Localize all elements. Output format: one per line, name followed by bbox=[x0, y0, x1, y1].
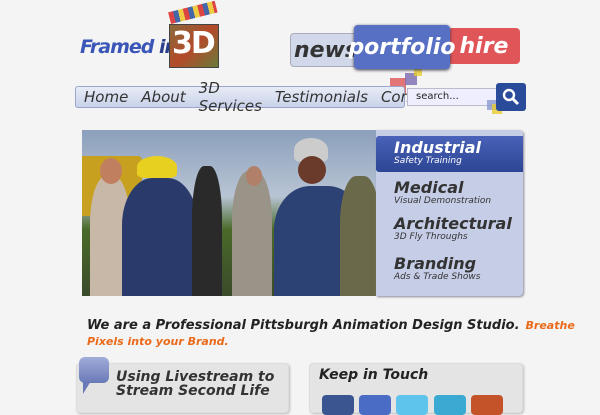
worker-figure bbox=[232, 171, 272, 296]
service-title: Branding bbox=[394, 254, 477, 273]
logo-framed: Framed bbox=[80, 36, 154, 58]
worker-figure bbox=[192, 166, 222, 296]
nav-3d-services[interactable]: 3D Services bbox=[199, 79, 262, 115]
service-branding[interactable]: Branding Ads & Trade Shows bbox=[394, 255, 480, 282]
tab-portfolio[interactable]: portfolio bbox=[348, 25, 456, 69]
blog-post-title[interactable]: Using Livestream to Stream Second Life bbox=[116, 370, 286, 398]
keep-in-touch-title: Keep in Touch bbox=[319, 367, 429, 383]
main-nav: Home About 3D Services Testimonials Cont… bbox=[75, 79, 439, 115]
hero-image[interactable] bbox=[82, 130, 377, 296]
speech-bubble-icon bbox=[79, 357, 109, 394]
facebook-icon[interactable] bbox=[322, 395, 354, 415]
tab-hire[interactable]: hire bbox=[448, 28, 520, 64]
service-medical[interactable]: Medical Visual Demonstration bbox=[394, 179, 491, 206]
tagline: We are a Professional Pittsburgh Animati… bbox=[87, 318, 600, 350]
logo-3d: 3D bbox=[172, 26, 216, 61]
service-subtitle: Ads & Trade Shows bbox=[394, 272, 481, 282]
twitter-icon[interactable] bbox=[396, 395, 428, 415]
worker-figure bbox=[122, 178, 198, 296]
service-subtitle: Safety Training bbox=[394, 156, 462, 166]
nav-home[interactable]: Home bbox=[84, 88, 128, 106]
service-title: Industrial bbox=[394, 138, 482, 157]
logo[interactable]: Framed in bbox=[80, 36, 178, 58]
decor-square bbox=[414, 68, 422, 76]
worker-head bbox=[246, 166, 262, 186]
worker-figure bbox=[340, 176, 377, 296]
worker-head bbox=[298, 156, 326, 184]
service-industrial[interactable]: Industrial Safety Training bbox=[376, 136, 523, 172]
rss-icon[interactable] bbox=[471, 395, 503, 415]
tagline-main: We are a Professional Pittsburgh Animati… bbox=[87, 318, 520, 333]
worker-head bbox=[100, 158, 122, 184]
search-icon bbox=[502, 88, 520, 106]
service-architectural[interactable]: Architectural 3D Fly Throughs bbox=[394, 215, 512, 242]
search-input[interactable]: search... bbox=[407, 88, 497, 106]
services-menu: Industrial Safety Training Medical Visual … bbox=[376, 130, 523, 296]
service-subtitle: Visual Demonstration bbox=[394, 196, 492, 206]
nav-testimonials[interactable]: Testimonials bbox=[275, 88, 368, 106]
service-title: Architectural bbox=[394, 214, 512, 233]
hardhat bbox=[137, 156, 177, 178]
nav-about[interactable]: About bbox=[141, 88, 185, 106]
service-title: Medical bbox=[394, 178, 464, 197]
search-button[interactable] bbox=[496, 83, 526, 111]
service-subtitle: 3D Fly Throughs bbox=[394, 232, 468, 242]
linkedin-icon[interactable] bbox=[359, 395, 391, 415]
clapperboard-logo-icon[interactable]: 3D bbox=[168, 0, 221, 68]
vimeo-icon[interactable] bbox=[434, 395, 466, 415]
